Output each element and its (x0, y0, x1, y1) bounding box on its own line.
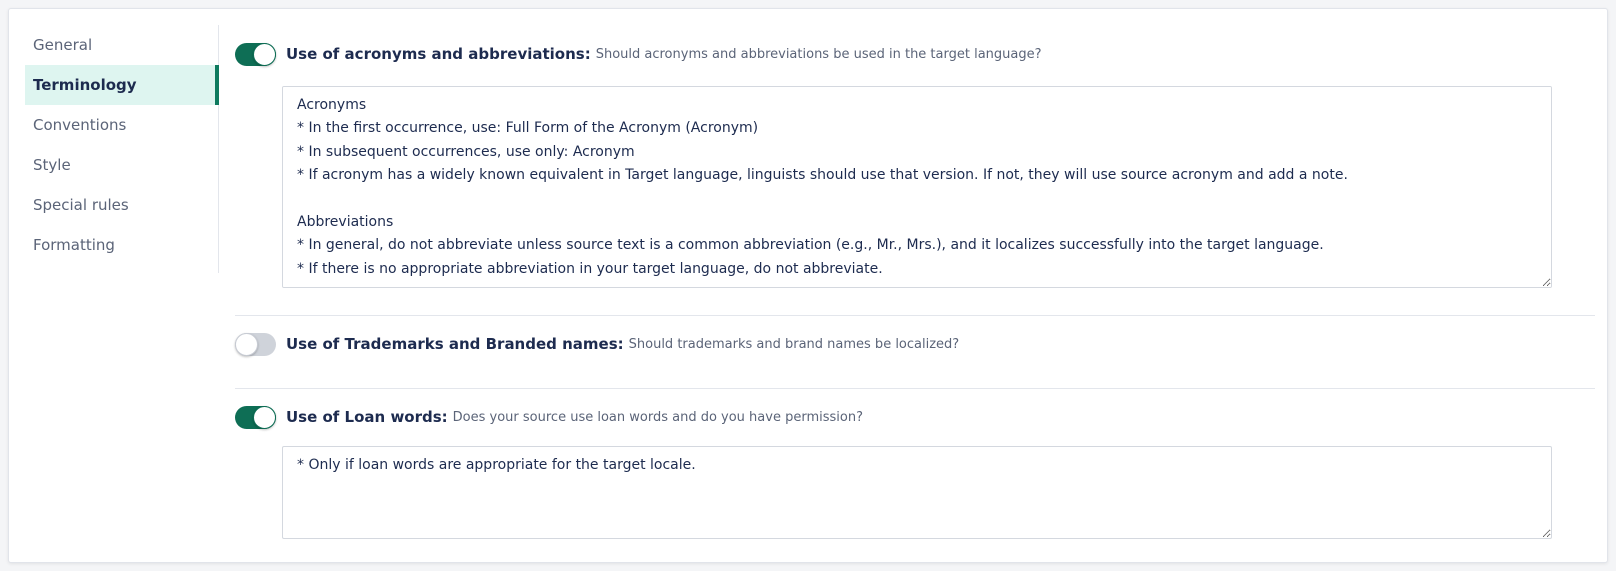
acronyms-title: Use of acronyms and abbreviations: (286, 45, 591, 63)
trademarks-section: Use of Trademarks and Branded names: Sho… (235, 316, 1595, 388)
sidebar-item-terminology[interactable]: Terminology (25, 65, 219, 105)
sidebar-item-general[interactable]: General (25, 25, 218, 65)
toggle-knob (253, 42, 276, 66)
trademarks-title: Use of Trademarks and Branded names: (286, 335, 624, 353)
sidebar-item-special-rules[interactable]: Special rules (25, 185, 218, 225)
acronyms-section: Use of acronyms and abbreviations: Shoul… (235, 25, 1595, 315)
trademarks-description: Should trademarks and brand names be loc… (628, 336, 960, 352)
loan-words-header: Use of Loan words: Does your source use … (235, 403, 863, 431)
loan-words-section: Use of Loan words: Does your source use … (235, 389, 1595, 559)
terminology-panel: Use of acronyms and abbreviations: Shoul… (235, 25, 1595, 559)
acronyms-toggle[interactable] (235, 42, 276, 66)
loan-words-toggle[interactable] (235, 405, 276, 429)
trademarks-header: Use of Trademarks and Branded names: Sho… (235, 330, 959, 358)
acronyms-header: Use of acronyms and abbreviations: Shoul… (235, 40, 1042, 68)
loan-words-title: Use of Loan words: (286, 408, 448, 426)
sidebar-item-formatting[interactable]: Formatting (25, 225, 218, 265)
toggle-knob (253, 405, 276, 429)
settings-card: General Terminology Conventions Style Sp… (8, 8, 1608, 563)
sidebar-item-conventions[interactable]: Conventions (25, 105, 218, 145)
trademarks-toggle[interactable] (235, 332, 276, 356)
toggle-knob (235, 332, 258, 356)
loan-words-textarea[interactable] (282, 446, 1552, 539)
acronyms-textarea[interactable] (282, 86, 1552, 288)
loan-words-description: Does your source use loan words and do y… (452, 409, 863, 425)
acronyms-description: Should acronyms and abbreviations be use… (595, 46, 1042, 62)
sidebar-nav: General Terminology Conventions Style Sp… (25, 25, 219, 273)
sidebar-item-style[interactable]: Style (25, 145, 218, 185)
